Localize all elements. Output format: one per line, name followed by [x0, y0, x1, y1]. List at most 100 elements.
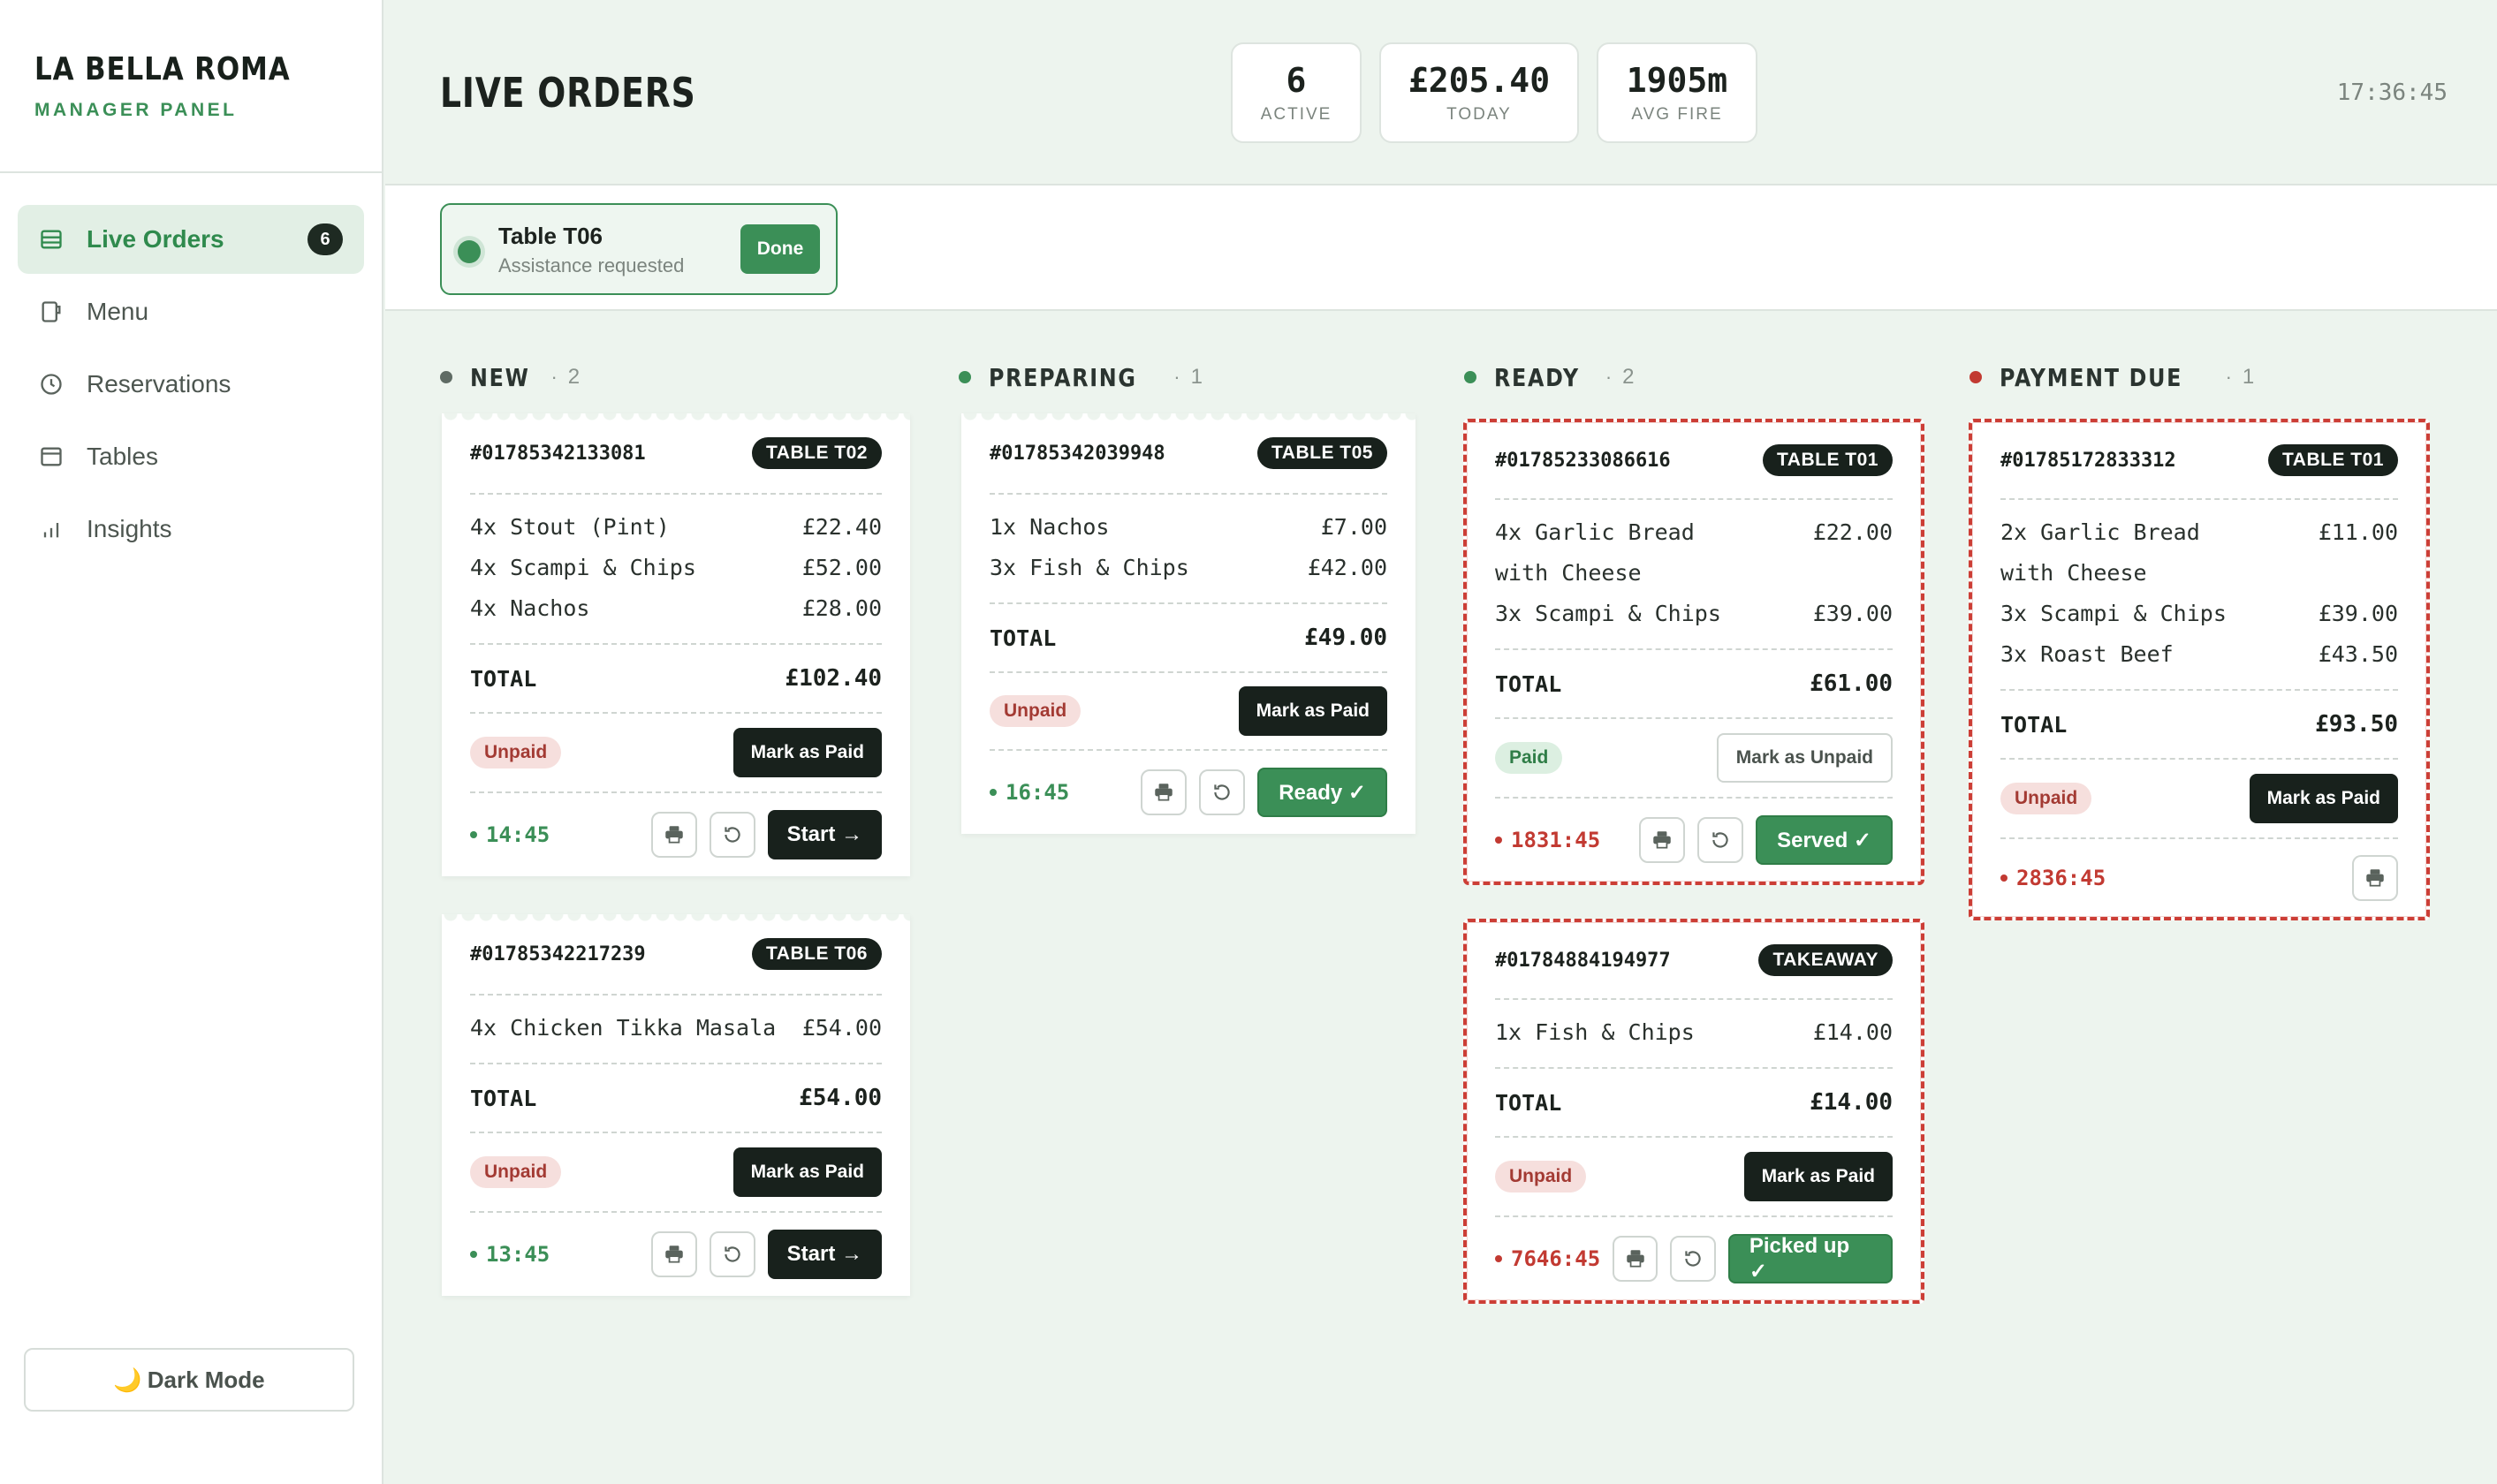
orders-count-badge: 6: [307, 223, 343, 255]
sidebar-item-live-orders[interactable]: Live Orders 6: [18, 205, 364, 274]
item-name: 1x Fish & Chips: [1495, 1019, 1695, 1045]
time-dot: [2000, 874, 2007, 882]
sidebar: LA BELLA ROMA MANAGER PANEL Live Orders …: [0, 0, 383, 1484]
clock-icon: [39, 372, 64, 397]
elapsed-time-value: 2836:45: [2016, 866, 2106, 890]
sidebar-item-insights[interactable]: Insights: [18, 495, 364, 564]
elapsed-time: 14:45: [470, 822, 639, 847]
ticket-header: #01785342039948 TABLE T05: [990, 413, 1387, 495]
order-total-row: TOTAL £14.00: [1495, 1069, 1893, 1138]
mark-as-paid-button[interactable]: Mark as Paid: [1743, 1152, 1893, 1201]
mark-as-paid-button[interactable]: Mark as Paid: [1238, 686, 1387, 736]
total-value: £61.00: [1810, 670, 1893, 697]
printer-icon: [664, 826, 683, 844]
order-ticket: #01785233086616 TABLE T01 4x Garlic Brea…: [1463, 419, 1924, 885]
header: LIVE ORDERS 6 ACTIVE £205.40 TODAY 1905m…: [385, 0, 2497, 184]
column-status-dot: [1970, 371, 1982, 383]
mark-as-paid-button[interactable]: Mark as Paid: [732, 728, 882, 777]
ready-button[interactable]: Ready ✓: [1257, 768, 1387, 817]
item-name: 1x Nachos: [990, 514, 1110, 540]
ticket-footer: 1831:45 Served ✓: [1495, 799, 1893, 882]
order-item: 4x Chicken Tikka Masala £54.00: [470, 1008, 882, 1049]
column-separator: ·: [1173, 366, 1180, 388]
print-button[interactable]: [1639, 817, 1686, 863]
alert-done-button[interactable]: Done: [740, 224, 820, 274]
total-label: TOTAL: [470, 665, 537, 692]
start-button[interactable]: Start →: [767, 1230, 882, 1279]
total-label: TOTAL: [1495, 1089, 1562, 1116]
print-button[interactable]: [2352, 855, 2398, 901]
ticket-footer: 7646:45 Picked up ✓: [1495, 1217, 1893, 1300]
start-button[interactable]: Start →: [767, 810, 882, 859]
picked-up-button[interactable]: Picked up ✓: [1727, 1234, 1893, 1283]
payment-row: Unpaid Mark as Paid: [470, 1133, 882, 1213]
undo-button[interactable]: [1670, 1236, 1716, 1282]
item-name: 3x Scampi & Chips: [2000, 601, 2227, 626]
column-title: NEW: [470, 362, 530, 392]
dark-mode-toggle[interactable]: 🌙 Dark Mode: [24, 1348, 354, 1412]
payment-status-badge: Paid: [1495, 742, 1563, 774]
served-button[interactable]: Served ✓: [1756, 815, 1893, 865]
sidebar-item-tables[interactable]: Tables: [18, 422, 364, 491]
page-title: LIVE ORDERS: [440, 69, 696, 117]
undo-icon: [1685, 1251, 1701, 1267]
undo-icon: [724, 827, 740, 843]
brand-subtitle: MANAGER PANEL: [34, 100, 238, 120]
sidebar-item-menu[interactable]: Menu: [18, 277, 364, 346]
print-button[interactable]: [650, 1231, 697, 1277]
total-label: TOTAL: [2000, 711, 2068, 738]
sidebar-item-reservations[interactable]: Reservations: [18, 350, 364, 419]
item-name: 4x Chicken Tikka Masala: [470, 1015, 777, 1041]
clock: 17:36:45: [2336, 80, 2448, 106]
payment-status-badge: Unpaid: [990, 695, 1082, 727]
column-status-dot: [1464, 371, 1476, 383]
table-badge: TABLE T05: [1257, 437, 1387, 469]
ticket-footer: 2836:45: [2000, 839, 2398, 917]
time-dot: [470, 831, 477, 838]
column-count: 2: [567, 365, 581, 389]
elapsed-time: 16:45: [990, 780, 1128, 805]
sidebar-item-label: Live Orders: [87, 225, 224, 253]
table-badge: TAKEAWAY: [1758, 944, 1893, 976]
payment-status-badge: Unpaid: [470, 737, 562, 768]
table-badge: TABLE T06: [752, 938, 882, 970]
table-badge: TABLE T01: [2268, 444, 2398, 476]
column-header-payment-due: PAYMENT DUE · 1: [1970, 362, 2254, 392]
undo-icon: [1214, 784, 1230, 800]
stat-label: TODAY: [1446, 105, 1512, 124]
column-title: PAYMENT DUE: [2000, 362, 2183, 392]
payment-status-badge: Unpaid: [470, 1156, 562, 1188]
item-name: 3x Fish & Chips: [990, 555, 1189, 580]
order-id: #01785342039948: [990, 442, 1165, 465]
undo-button[interactable]: [709, 812, 755, 858]
order-item: 3x Scampi & Chips £39.00: [1495, 594, 1893, 634]
print-button[interactable]: [650, 812, 697, 858]
column-count: 1: [2242, 365, 2255, 389]
item-price: £11.00: [2318, 519, 2398, 545]
undo-button[interactable]: [709, 1231, 755, 1277]
chart-icon: [39, 517, 64, 541]
order-item: 2x Garlic Bread with Cheese £11.00: [2000, 512, 2398, 594]
mark-as-unpaid-button[interactable]: Mark as Unpaid: [1716, 733, 1893, 783]
order-total-row: TOTAL £93.50: [2000, 691, 2398, 760]
order-item: 1x Nachos £7.00: [990, 507, 1387, 548]
order-id: #01785342133081: [470, 442, 646, 465]
item-price: £28.00: [801, 595, 882, 621]
alert-subtitle: Assistance requested: [498, 254, 685, 276]
print-button[interactable]: [1613, 1236, 1658, 1282]
column-status-dot: [440, 371, 452, 383]
undo-button[interactable]: [1697, 817, 1744, 863]
print-button[interactable]: [1141, 769, 1188, 815]
stat-avg-fire: 1905m AVG FIRE: [1597, 42, 1757, 143]
item-price: £43.50: [2318, 641, 2398, 667]
column-title: PREPARING: [989, 362, 1137, 392]
assistance-alert: Table T06 Assistance requested Done: [440, 203, 838, 295]
ticket-header: #01785342217239 TABLE T06: [470, 914, 882, 996]
orders-icon: [39, 227, 64, 252]
mark-as-paid-button[interactable]: Mark as Paid: [732, 1147, 882, 1197]
undo-button[interactable]: [1199, 769, 1246, 815]
item-price: £7.00: [1320, 514, 1387, 540]
item-name: 4x Nachos: [470, 595, 590, 621]
mark-as-paid-button[interactable]: Mark as Paid: [2249, 774, 2398, 823]
item-price: £39.00: [2318, 601, 2398, 626]
